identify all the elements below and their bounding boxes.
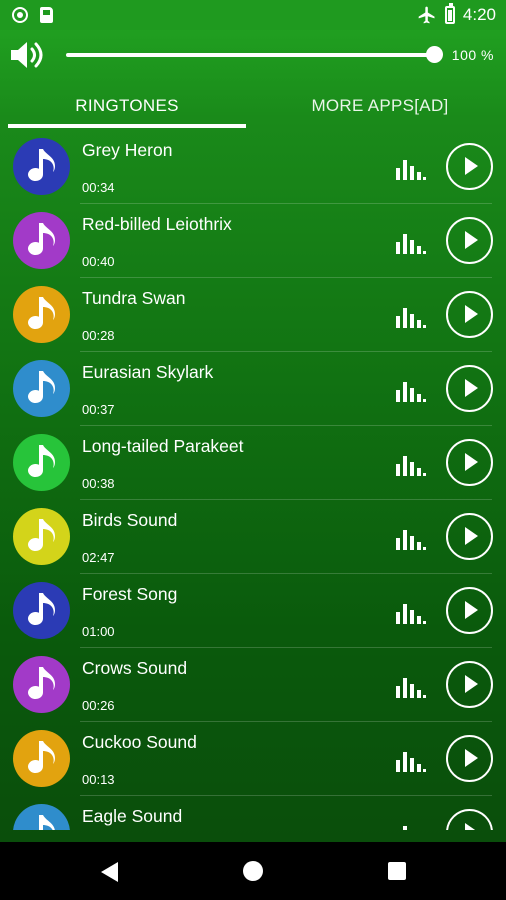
ringtone-title: Crows Sound bbox=[82, 658, 188, 678]
play-button[interactable] bbox=[446, 587, 493, 634]
ringtone-title: Eurasian Skylark bbox=[82, 362, 214, 382]
ringtone-duration: 00:28 bbox=[82, 328, 115, 343]
ringtone-row[interactable]: Long-tailed Parakeet 00:38 bbox=[0, 426, 506, 500]
equalizer-icon bbox=[396, 824, 426, 830]
recents-icon[interactable] bbox=[388, 862, 406, 880]
ringtone-duration: 01:00 bbox=[82, 624, 115, 639]
music-note-icon bbox=[13, 434, 70, 491]
navigation-bar bbox=[0, 842, 506, 900]
equalizer-icon bbox=[396, 602, 426, 624]
status-time: 4:20 bbox=[462, 5, 496, 24]
play-button[interactable] bbox=[446, 513, 493, 560]
tab-indicator bbox=[8, 124, 246, 128]
volume-label: 100 % bbox=[451, 47, 494, 63]
tab-bar: RINGTONES MORE APPS[AD] bbox=[0, 82, 506, 130]
ringtone-row[interactable]: Cuckoo Sound 00:13 bbox=[0, 722, 506, 796]
ringtone-duration: 02:47 bbox=[82, 550, 115, 565]
equalizer-icon bbox=[396, 158, 426, 180]
play-button[interactable] bbox=[446, 661, 493, 708]
sd-card-icon bbox=[40, 7, 53, 23]
ringtone-title: Tundra Swan bbox=[82, 288, 186, 308]
ringtone-row[interactable]: Grey Heron 00:34 bbox=[0, 130, 506, 204]
ringtone-duration: 00:40 bbox=[82, 254, 115, 269]
ringtone-duration: 00:37 bbox=[82, 402, 115, 417]
ringtone-title: Cuckoo Sound bbox=[82, 732, 197, 752]
ringtone-duration: 00:34 bbox=[82, 180, 115, 195]
back-icon[interactable] bbox=[101, 862, 118, 882]
volume-slider-thumb[interactable] bbox=[426, 46, 443, 63]
music-note-icon bbox=[13, 582, 70, 639]
ringtone-title: Birds Sound bbox=[82, 510, 178, 530]
ringtone-row[interactable]: Crows Sound 00:26 bbox=[0, 648, 506, 722]
equalizer-icon bbox=[396, 232, 426, 254]
ringtone-title: Eagle Sound bbox=[82, 806, 183, 826]
ringtone-duration: 00:38 bbox=[82, 476, 115, 491]
music-note-icon bbox=[13, 730, 70, 787]
volume-slider-track[interactable] bbox=[66, 53, 434, 57]
ringtone-title: Grey Heron bbox=[82, 140, 173, 160]
equalizer-icon bbox=[396, 380, 426, 402]
volume-control: 100 % bbox=[0, 30, 506, 82]
play-button[interactable] bbox=[446, 143, 493, 190]
ringtone-duration: 00:13 bbox=[82, 772, 115, 787]
music-note-icon bbox=[13, 360, 70, 417]
ringtone-row[interactable]: Eagle Sound bbox=[0, 796, 506, 830]
equalizer-icon bbox=[396, 676, 426, 698]
music-note-icon bbox=[13, 286, 70, 343]
ringtone-row[interactable]: Birds Sound 02:47 bbox=[0, 500, 506, 574]
ringtone-title: Long-tailed Parakeet bbox=[82, 436, 244, 456]
ringtone-row[interactable]: Forest Song 01:00 bbox=[0, 574, 506, 648]
tab-more-apps[interactable]: MORE APPS[AD] bbox=[254, 82, 506, 130]
ringtone-row[interactable]: Eurasian Skylark 00:37 bbox=[0, 352, 506, 426]
ringtone-list[interactable]: Grey Heron 00:34 Red-billed Leiothrix 00:40… bbox=[0, 130, 506, 830]
play-button[interactable] bbox=[446, 365, 493, 412]
equalizer-icon bbox=[396, 528, 426, 550]
ringtones-app: 4:20 100 % RINGTONES MORE APPS[AD] Grey … bbox=[0, 0, 506, 842]
tab-ringtones[interactable]: RINGTONES bbox=[8, 82, 246, 130]
music-note-icon bbox=[13, 138, 70, 195]
ringtone-duration: 00:26 bbox=[82, 698, 115, 713]
home-icon[interactable] bbox=[243, 861, 263, 881]
ringtone-row[interactable]: Tundra Swan 00:28 bbox=[0, 278, 506, 352]
ringtone-title: Forest Song bbox=[82, 584, 178, 604]
music-note-icon bbox=[13, 656, 70, 713]
play-button[interactable] bbox=[446, 439, 493, 486]
ringtone-row[interactable]: Red-billed Leiothrix 00:40 bbox=[0, 204, 506, 278]
equalizer-icon bbox=[396, 306, 426, 328]
play-button[interactable] bbox=[446, 809, 493, 830]
status-bar: 4:20 bbox=[0, 0, 506, 30]
music-note-icon bbox=[13, 212, 70, 269]
play-button[interactable] bbox=[446, 735, 493, 782]
music-note-icon bbox=[13, 508, 70, 565]
equalizer-icon bbox=[396, 454, 426, 476]
equalizer-icon bbox=[396, 750, 426, 772]
battery-icon bbox=[444, 3, 455, 24]
record-icon bbox=[12, 7, 28, 23]
speaker-icon[interactable] bbox=[10, 39, 46, 71]
play-button[interactable] bbox=[446, 291, 493, 338]
play-button[interactable] bbox=[446, 217, 493, 264]
airplane-mode-icon bbox=[418, 6, 435, 24]
ringtone-title: Red-billed Leiothrix bbox=[82, 214, 232, 234]
music-note-icon bbox=[13, 804, 70, 830]
